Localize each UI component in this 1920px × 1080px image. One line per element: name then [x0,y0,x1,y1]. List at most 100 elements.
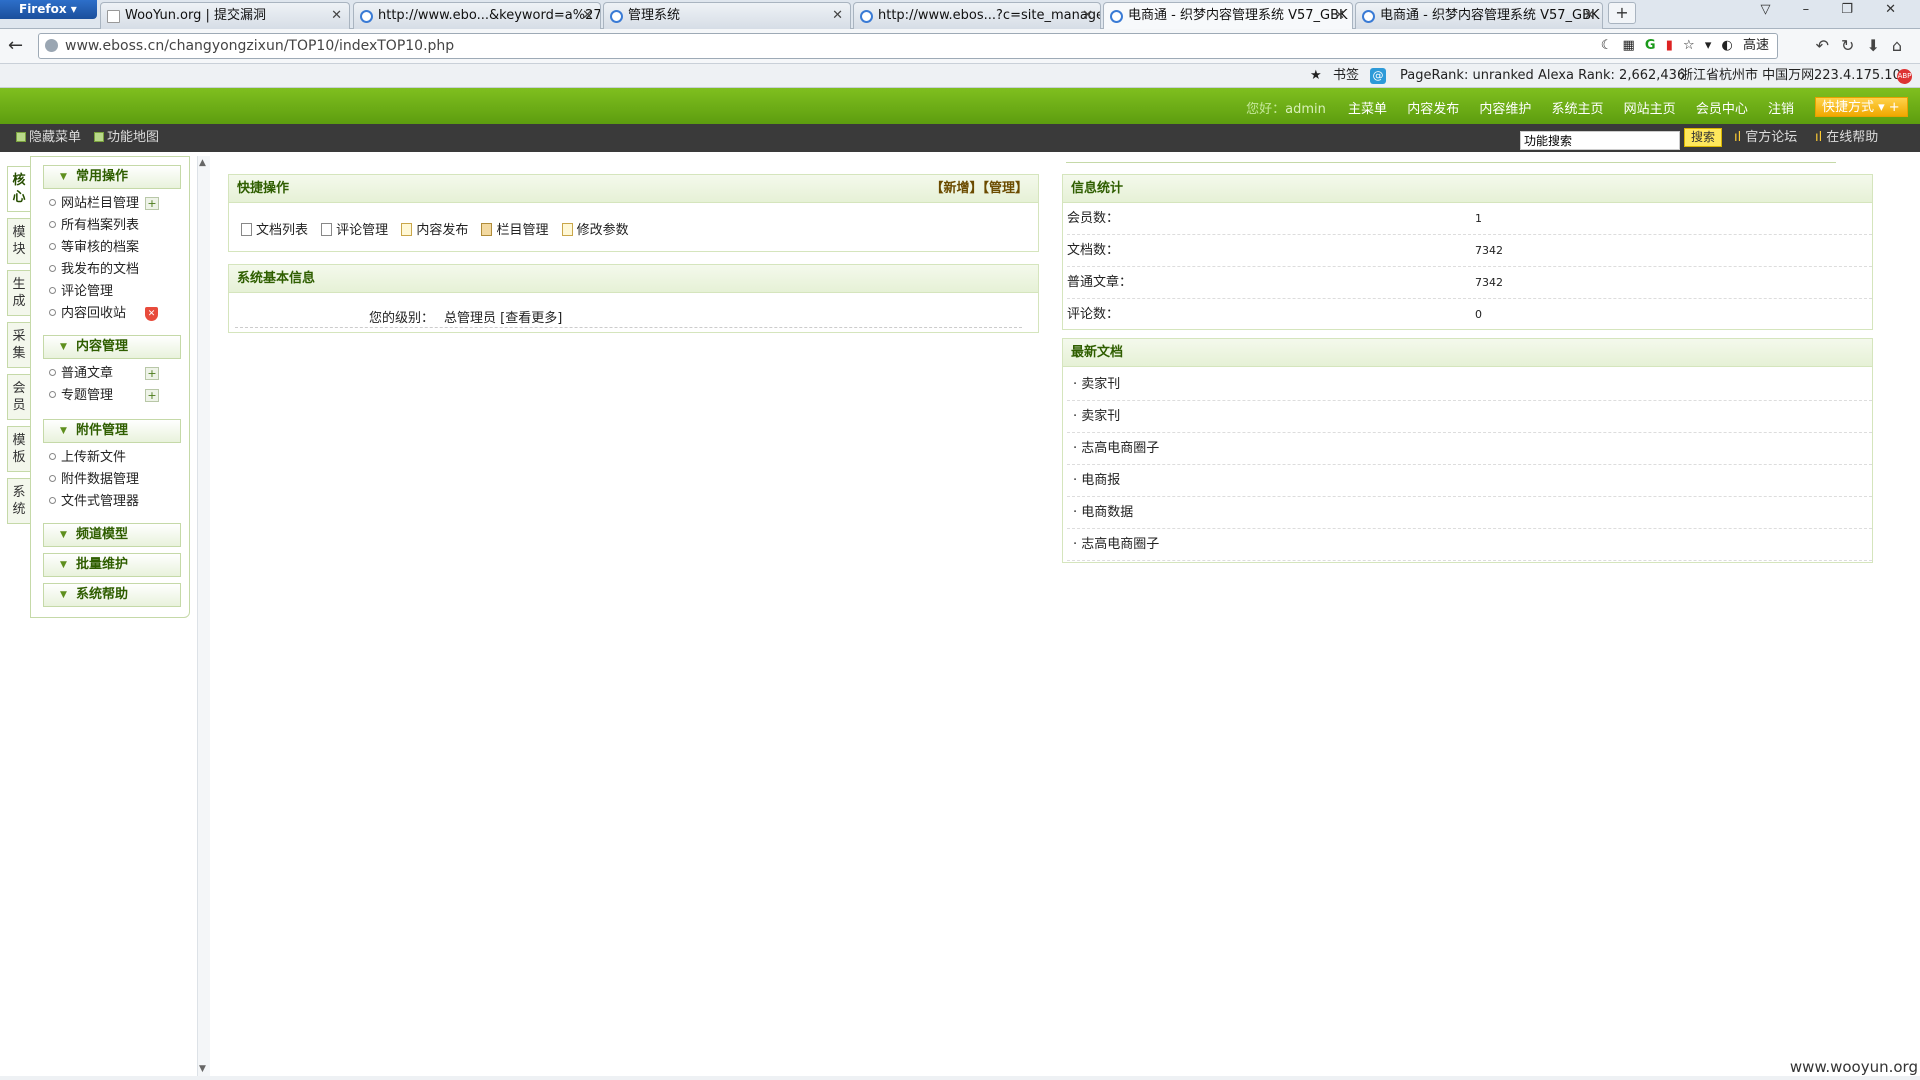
menu-item-pending-archives[interactable]: 等审核的档案 [49,239,139,257]
add-icon[interactable]: + [145,389,159,402]
close-icon[interactable]: ✕ [582,3,593,29]
close-icon[interactable]: ✕ [1334,3,1345,29]
close-icon[interactable]: ✕ [331,3,342,29]
latest-doc-item[interactable]: · 电商数据 [1067,497,1872,529]
new-tab-button[interactable]: + [1608,2,1636,24]
browser-tab-2[interactable]: http://www.ebo...&keyword=a%27 ✕ [353,2,601,29]
speed-icon[interactable]: ◐ [1722,38,1733,53]
grid-icon[interactable]: ▦ [1622,38,1634,53]
quick-link-columns[interactable]: 栏目管理 [481,219,548,238]
browser-tab-1[interactable]: WooYun.org | 提交漏洞 ✕ [100,2,350,29]
nav-site-home[interactable]: 网站主页 [1624,102,1676,117]
menu-group-help[interactable]: ▼ 系统帮助 [43,583,181,607]
search-button[interactable]: 搜索 [1684,128,1722,147]
menu-group-batch[interactable]: ▼ 批量维护 [43,553,181,577]
add-manage-links[interactable]: 【新增】【管理】 [930,175,1028,202]
edit-doc-icon [401,223,413,236]
latest-doc-item[interactable]: · 卖家刊 [1067,369,1872,401]
menu-item-topics[interactable]: 专题管理 + [49,387,159,405]
vtab-template[interactable]: 模板 [7,426,31,472]
g-icon[interactable]: G [1645,38,1656,53]
speed-label[interactable]: 高速 [1743,38,1769,53]
scroll-up-icon[interactable]: ▲ [199,158,206,168]
dropdown-arrow-icon[interactable]: ▾ [1705,38,1712,53]
view-more-link[interactable]: [查看更多] [500,311,562,326]
star-icon[interactable]: ☆ [1683,38,1695,53]
browser-tab-6[interactable]: 电商通 - 织梦内容管理系统 V57_GBK ✕ [1355,2,1603,29]
menu-item-column-manage[interactable]: 网站栏目管理 + [49,195,159,213]
menu-item-comments[interactable]: 评论管理 [49,283,113,301]
url-bar[interactable]: www.eboss.cn/changyongzixun/TOP10/indexT… [38,33,1778,59]
vtab-generate[interactable]: 生成 [7,270,31,316]
flag-icon[interactable]: ▮ [1666,38,1673,53]
reload-icon[interactable]: ↻ [1841,36,1866,55]
menu-group-attachments[interactable]: ▼ 附件管理 [43,419,181,443]
browser-tab-3[interactable]: 管理系统 ✕ [603,2,851,29]
firefox-menu-button[interactable]: Firefox ▾ [0,0,97,19]
menu-group-channel-model[interactable]: ▼ 频道模型 [43,523,181,547]
back-arrow-icon[interactable]: ← [8,35,23,56]
add-icon[interactable]: + [145,197,159,210]
triangle-down-icon: ▼ [60,426,67,436]
quick-link-publish[interactable]: 内容发布 [401,219,468,238]
quick-shortcut-button[interactable]: 快捷方式 ▾ + [1815,97,1908,117]
close-icon[interactable]: ✕ [1082,3,1093,29]
menu-item-attachment-data[interactable]: 附件数据管理 [49,471,139,489]
quick-link-label: 内容发布 [416,223,469,238]
download-icon[interactable]: ⬇ [1866,36,1891,55]
vtab-char: 心 [12,190,26,205]
menu-item-articles[interactable]: 普通文章 + [49,365,159,383]
add-icon[interactable]: + [145,367,159,380]
quick-link-label: 文档列表 [256,223,309,238]
menu-group-common[interactable]: ▼ 常用操作 [43,165,181,189]
menu-item-upload[interactable]: 上传新文件 [49,449,126,467]
menu-group-content[interactable]: ▼ 内容管理 [43,335,181,359]
latest-doc-item[interactable]: · 志高电商圈子 [1067,433,1872,465]
quick-link-label: 栏目管理 [496,223,549,238]
official-forum-link[interactable]: ıl 官方论坛 [1734,124,1797,152]
latest-doc-item[interactable]: · 志高电商圈子 [1067,529,1872,561]
bookmark-label[interactable]: 书签 [1333,64,1359,88]
undo-icon[interactable]: ↶ [1816,36,1841,55]
bookmark-star-icon[interactable]: ★ [1310,64,1322,88]
quick-link-doc-list[interactable]: 文档列表 [241,219,308,238]
menu-item-recycle-bin[interactable]: 内容回收站 ✕ [49,305,158,323]
browser-tab-4[interactable]: http://www.ebos...?c=site_manage ✕ [853,2,1101,29]
latest-doc-item[interactable]: · 卖家刊 [1067,401,1872,433]
vtab-module[interactable]: 模块 [7,218,31,264]
site-map-link[interactable]: 功能地图 [94,124,159,152]
moon-icon[interactable]: ☾ [1601,38,1613,53]
quick-link-settings[interactable]: 修改参数 [561,219,629,238]
vtab-core[interactable]: 核心 [7,166,31,212]
menu-item-my-docs[interactable]: 我发布的文档 [49,261,139,279]
at-icon[interactable]: @ [1370,68,1386,84]
content-scrollbar[interactable]: ▲ ▼ [197,156,210,1080]
comment-doc-icon [321,223,333,236]
function-search-input[interactable] [1520,131,1680,150]
site-identity-icon[interactable] [45,39,58,52]
nav-content-maintain[interactable]: 内容维护 [1479,102,1531,117]
nav-member-center[interactable]: 会员中心 [1696,102,1748,117]
nav-main-menu[interactable]: 主菜单 [1348,102,1387,117]
vtab-collect[interactable]: 采集 [7,322,31,368]
nav-logout[interactable]: 注销 [1768,102,1794,117]
quick-link-comments[interactable]: 评论管理 [321,219,388,238]
hide-menu-link[interactable]: 隐藏菜单 [16,124,81,152]
shield-icon[interactable]: ✕ [145,307,158,321]
latest-doc-item[interactable]: · 电商报 [1067,465,1872,497]
scroll-down-icon[interactable]: ▼ [199,1064,206,1074]
adblock-icon[interactable]: ABP [1897,69,1912,84]
window-controls[interactable]: ▽ – ❐ ✕ [1761,2,1910,17]
nav-content-publish[interactable]: 内容发布 [1407,102,1459,117]
nav-system-home[interactable]: 系统主页 [1552,102,1604,117]
home-icon[interactable]: ⌂ [1892,36,1914,55]
close-icon[interactable]: ✕ [1584,3,1595,29]
vtab-system[interactable]: 系统 [7,478,31,524]
browser-tab-5-active[interactable]: 电商通 - 织梦内容管理系统 V57_GBK ✕ [1103,2,1353,29]
close-icon[interactable]: ✕ [832,3,843,29]
menu-item-all-archives[interactable]: 所有档案列表 [49,217,139,235]
stat-value: 1 [1475,212,1482,225]
menu-item-file-manager[interactable]: 文件式管理器 [49,493,139,511]
vtab-member[interactable]: 会员 [7,374,31,420]
online-help-link[interactable]: ıl 在线帮助 [1815,124,1878,152]
